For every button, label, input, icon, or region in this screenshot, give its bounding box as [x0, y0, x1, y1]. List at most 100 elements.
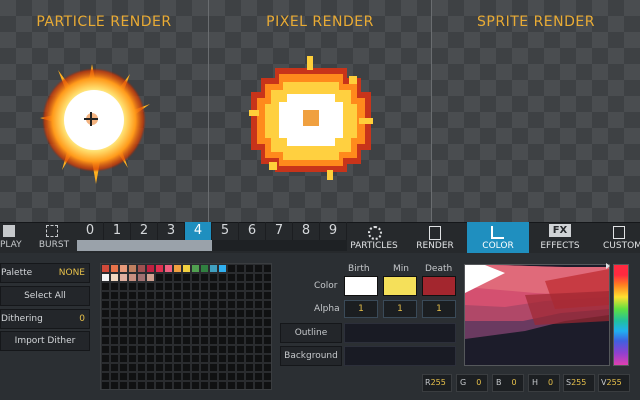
select-all-button[interactable]: Select All [0, 286, 90, 306]
swatch-cell[interactable] [110, 318, 119, 327]
swatch-cell[interactable] [182, 363, 191, 372]
swatch-cell[interactable] [119, 282, 128, 291]
swatch-cell[interactable] [128, 273, 137, 282]
swatch-cell[interactable] [191, 327, 200, 336]
swatch-cell[interactable] [137, 264, 146, 273]
swatch-cell[interactable] [254, 273, 263, 282]
swatch-cell[interactable] [128, 309, 137, 318]
swatch-cell[interactable] [173, 291, 182, 300]
swatch-cell[interactable] [164, 327, 173, 336]
swatch-cell[interactable] [209, 372, 218, 381]
swatch-cell[interactable] [128, 372, 137, 381]
swatch-cell[interactable] [155, 372, 164, 381]
frame-2[interactable]: 2 [131, 222, 158, 240]
swatch-cell[interactable] [137, 381, 146, 390]
swatch-cell[interactable] [173, 300, 182, 309]
swatch-cell[interactable] [119, 291, 128, 300]
swatch-cell[interactable] [236, 363, 245, 372]
swatch-cell[interactable] [146, 363, 155, 372]
swatch-cell[interactable] [137, 291, 146, 300]
swatch-cell[interactable] [155, 345, 164, 354]
swatch-cell[interactable] [227, 300, 236, 309]
swatch-cell[interactable] [236, 381, 245, 390]
swatch-cell[interactable] [137, 336, 146, 345]
swatch-cell[interactable] [173, 318, 182, 327]
swatch-cell[interactable] [119, 363, 128, 372]
swatch-cell[interactable] [200, 282, 209, 291]
swatch-cell[interactable] [155, 291, 164, 300]
swatch-cell[interactable] [173, 354, 182, 363]
frame-5[interactable]: 5 [212, 222, 239, 240]
swatch-cell[interactable] [119, 300, 128, 309]
channel-h[interactable]: H0 [528, 374, 560, 392]
swatch-cell[interactable] [155, 381, 164, 390]
tab-effects[interactable]: FX EFFECTS [531, 222, 589, 253]
burst-button[interactable]: BURST [32, 222, 76, 252]
swatch-cell[interactable] [200, 318, 209, 327]
frame-1[interactable]: 1 [104, 222, 131, 240]
swatch-cell[interactable] [182, 318, 191, 327]
swatch-cell[interactable] [191, 273, 200, 282]
swatch-cell[interactable] [227, 309, 236, 318]
swatch-cell[interactable] [155, 300, 164, 309]
swatch-cell[interactable] [182, 309, 191, 318]
background-color-field[interactable] [344, 346, 456, 366]
hue-slider[interactable] [613, 264, 629, 366]
swatch-cell[interactable] [218, 300, 227, 309]
frame-3[interactable]: 3 [158, 222, 185, 240]
swatch-cell[interactable] [200, 309, 209, 318]
swatch-cell[interactable] [173, 336, 182, 345]
swatch-cell[interactable] [236, 372, 245, 381]
swatch-cell[interactable] [146, 327, 155, 336]
swatch-cell[interactable] [263, 291, 272, 300]
swatch-cell[interactable] [245, 300, 254, 309]
swatch-cell[interactable] [164, 264, 173, 273]
swatch-cell[interactable] [110, 345, 119, 354]
swatch-cell[interactable] [209, 327, 218, 336]
swatch-cell[interactable] [254, 345, 263, 354]
swatch-cell[interactable] [236, 327, 245, 336]
swatch-cell[interactable] [128, 363, 137, 372]
swatch-cell[interactable] [227, 318, 236, 327]
swatch-cell[interactable] [263, 381, 272, 390]
swatch-cell[interactable] [110, 363, 119, 372]
swatch-cell[interactable] [137, 273, 146, 282]
swatch-cell[interactable] [236, 318, 245, 327]
swatch-cell[interactable] [245, 264, 254, 273]
min-color-swatch[interactable] [383, 276, 417, 296]
swatch-cell[interactable] [218, 318, 227, 327]
swatch-cell[interactable] [173, 282, 182, 291]
swatch-cell[interactable] [101, 372, 110, 381]
swatch-cell[interactable] [209, 282, 218, 291]
swatch-cell[interactable] [209, 309, 218, 318]
swatch-cell[interactable] [110, 273, 119, 282]
swatch-cell[interactable] [263, 372, 272, 381]
channel-s[interactable]: S255 [563, 374, 595, 392]
swatch-cell[interactable] [263, 363, 272, 372]
swatch-cell[interactable] [218, 291, 227, 300]
swatch-cell[interactable] [101, 273, 110, 282]
channel-g[interactable]: G0 [456, 374, 488, 392]
swatch-cell[interactable] [128, 336, 137, 345]
swatch-cell[interactable] [164, 273, 173, 282]
swatch-cell[interactable] [146, 282, 155, 291]
swatch-cell[interactable] [173, 273, 182, 282]
swatch-cell[interactable] [218, 282, 227, 291]
swatch-cell[interactable] [128, 345, 137, 354]
swatch-cell[interactable] [101, 336, 110, 345]
swatch-cell[interactable] [146, 264, 155, 273]
swatch-cell[interactable] [164, 309, 173, 318]
swatch-cell[interactable] [146, 372, 155, 381]
swatch-cell[interactable] [209, 381, 218, 390]
swatch-cell[interactable] [254, 381, 263, 390]
swatch-cell[interactable] [164, 345, 173, 354]
swatch-cell[interactable] [200, 345, 209, 354]
swatch-cell[interactable] [191, 363, 200, 372]
swatch-cell[interactable] [119, 354, 128, 363]
swatch-cell[interactable] [146, 291, 155, 300]
frame-0[interactable]: 0 [77, 222, 104, 240]
swatch-cell[interactable] [119, 273, 128, 282]
swatch-cell[interactable] [191, 372, 200, 381]
swatch-cell[interactable] [254, 291, 263, 300]
swatch-cell[interactable] [164, 336, 173, 345]
